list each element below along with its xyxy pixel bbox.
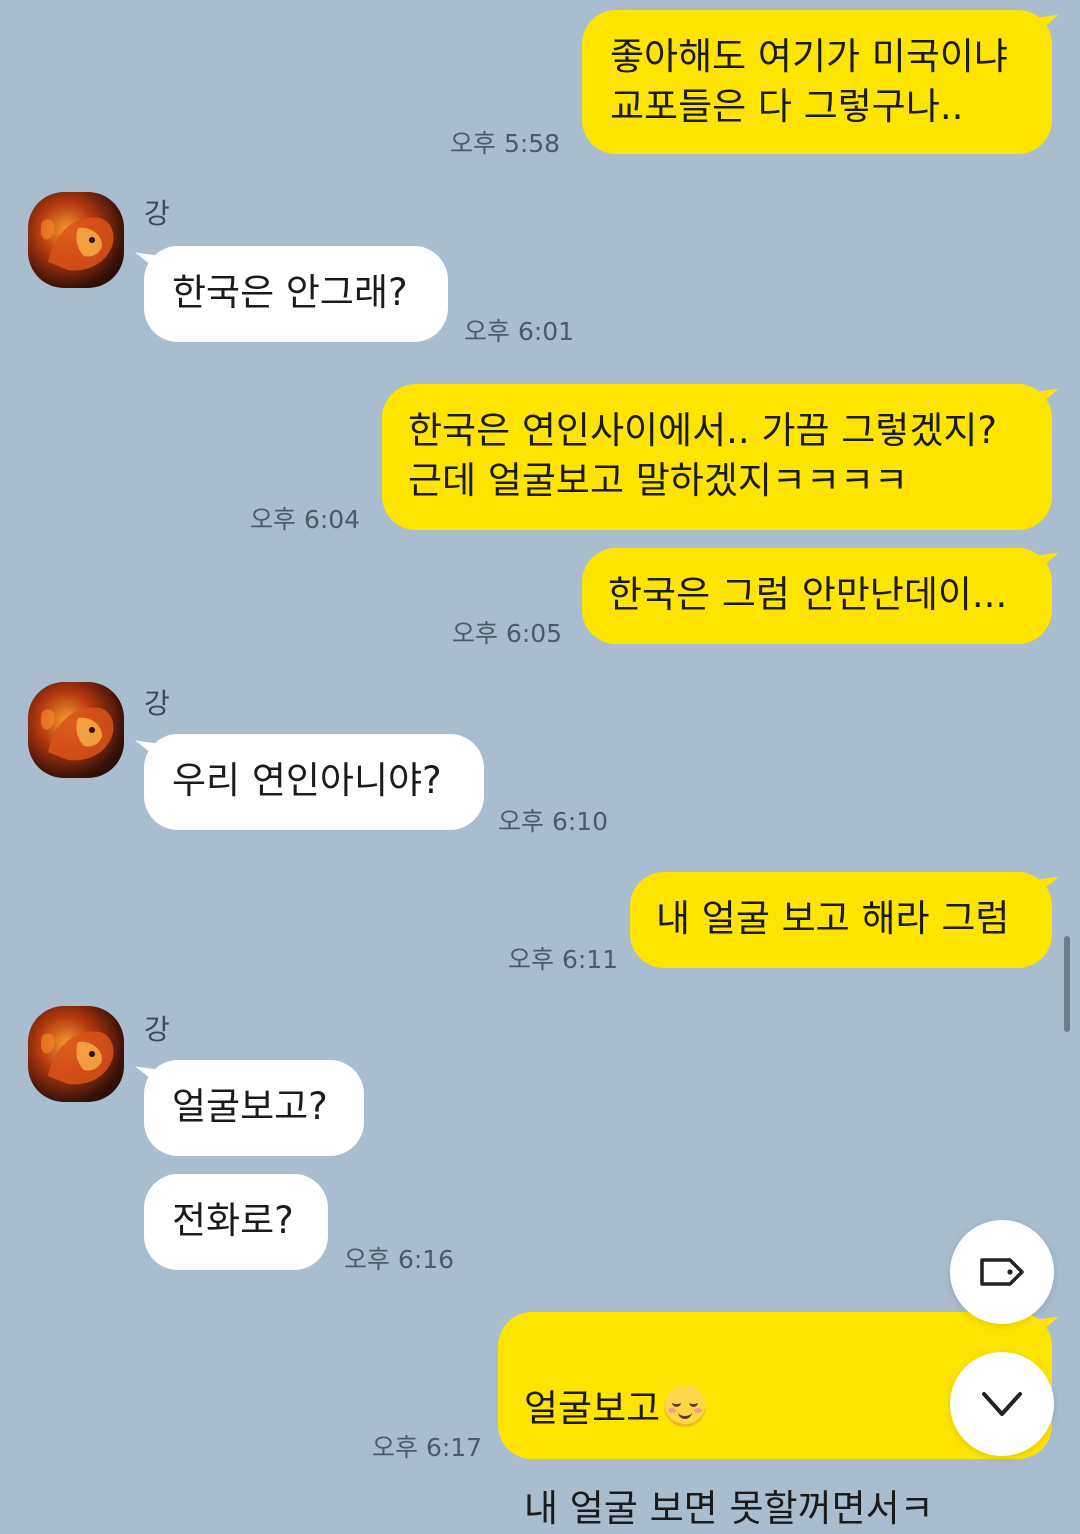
sender-avatar[interactable] [28,682,124,778]
my-message-bubble[interactable]: 한국은 그럼 안만난데이... [582,548,1052,644]
message-time: 오후 6:16 [344,1245,455,1274]
scroll-down-button[interactable] [950,1352,1054,1456]
sender-avatar[interactable] [28,192,124,288]
scrollbar[interactable] [1064,936,1070,1032]
sender-name: 강 [144,1013,170,1046]
message-text: 얼굴보고 [524,1387,661,1430]
sender-avatar[interactable] [28,1006,124,1102]
message-time: 오후 6:04 [250,505,361,534]
lion-profile-image [40,707,114,761]
their-message-bubble[interactable]: 한국은 안그래? [144,246,448,342]
sender-name: 강 [144,687,170,720]
relieved-face-emoji-icon [664,1385,707,1427]
their-message-bubble[interactable]: 얼굴보고? [144,1060,364,1156]
tag-button[interactable] [950,1220,1054,1324]
chat-area[interactable]: 좋아해도 여기가 미국이냐 교포들은 다 그렇구나.. 오후 5:58 강 한국… [0,0,1080,1530]
message-time: 오후 6:05 [452,619,563,648]
sender-name: 강 [144,197,170,230]
lion-profile-image [40,217,114,271]
my-message-bubble[interactable]: 한국은 연인사이에서.. 가끔 그렇겠지? 근데 얼굴보고 말하겠지ㅋㅋㅋㅋ [382,384,1052,530]
their-message-bubble[interactable]: 전화로? [144,1174,328,1270]
their-message-bubble[interactable]: 우리 연인아니야? [144,734,484,830]
message-text: 내 얼굴 보면 못할꺼면서ㅋ [524,1487,934,1530]
my-message-bubble[interactable]: 내 얼굴 보고 해라 그럼 [630,872,1052,968]
chevron-down-icon [982,1392,1022,1416]
message-time: 오후 6:11 [508,945,619,974]
message-time: 오후 5:58 [450,129,561,158]
message-time: 오후 6:01 [464,317,575,346]
message-time: 오후 6:10 [498,807,609,836]
tag-icon [980,1258,1024,1286]
my-message-bubble[interactable]: 좋아해도 여기가 미국이냐 교포들은 다 그렇구나.. [582,10,1052,154]
lion-profile-image [40,1031,114,1085]
